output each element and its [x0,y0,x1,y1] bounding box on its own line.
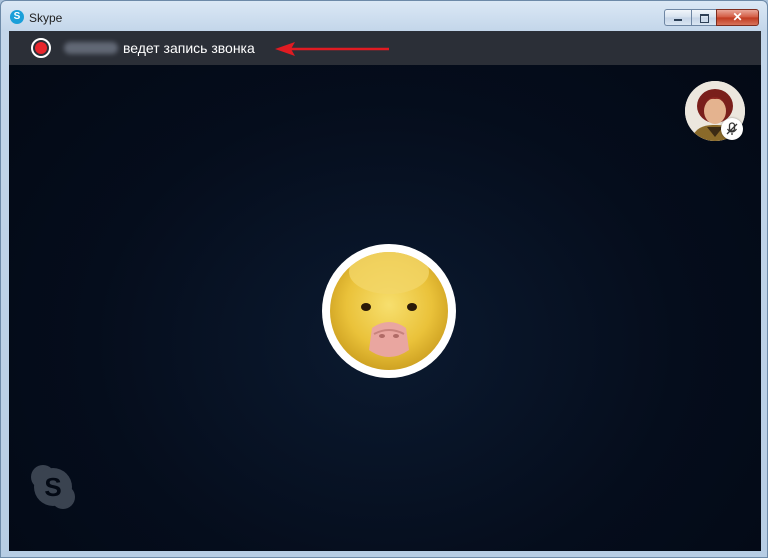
close-button[interactable]: ✕ [716,9,759,26]
mic-muted-icon [726,122,738,135]
record-icon [31,38,51,58]
skype-window: S Skype ✕ ведет запись звонка S [0,0,768,558]
recording-bar: ведет запись звонка [9,31,761,65]
skype-icon: S [10,10,24,24]
duckling-avatar [330,252,448,370]
minimize-button[interactable] [664,9,691,26]
svg-text:S: S [44,472,61,502]
caller-avatar-ring [322,244,456,378]
maximize-button[interactable] [691,9,716,26]
close-icon: ✕ [732,10,743,24]
skype-logo-icon: S [31,465,75,509]
call-view: ведет запись звонка S [9,31,761,551]
mute-badge [721,118,743,140]
title-bar[interactable]: S Skype ✕ [1,1,767,31]
caller-name-blurred [64,42,118,54]
window-controls: ✕ [664,9,759,26]
maximize-icon [700,14,709,23]
minimize-icon [674,19,682,21]
recording-message: ведет запись звонка [123,40,255,56]
annotation-arrow [275,42,389,56]
window-title: Skype [29,11,63,25]
duckling-photo [330,252,448,370]
